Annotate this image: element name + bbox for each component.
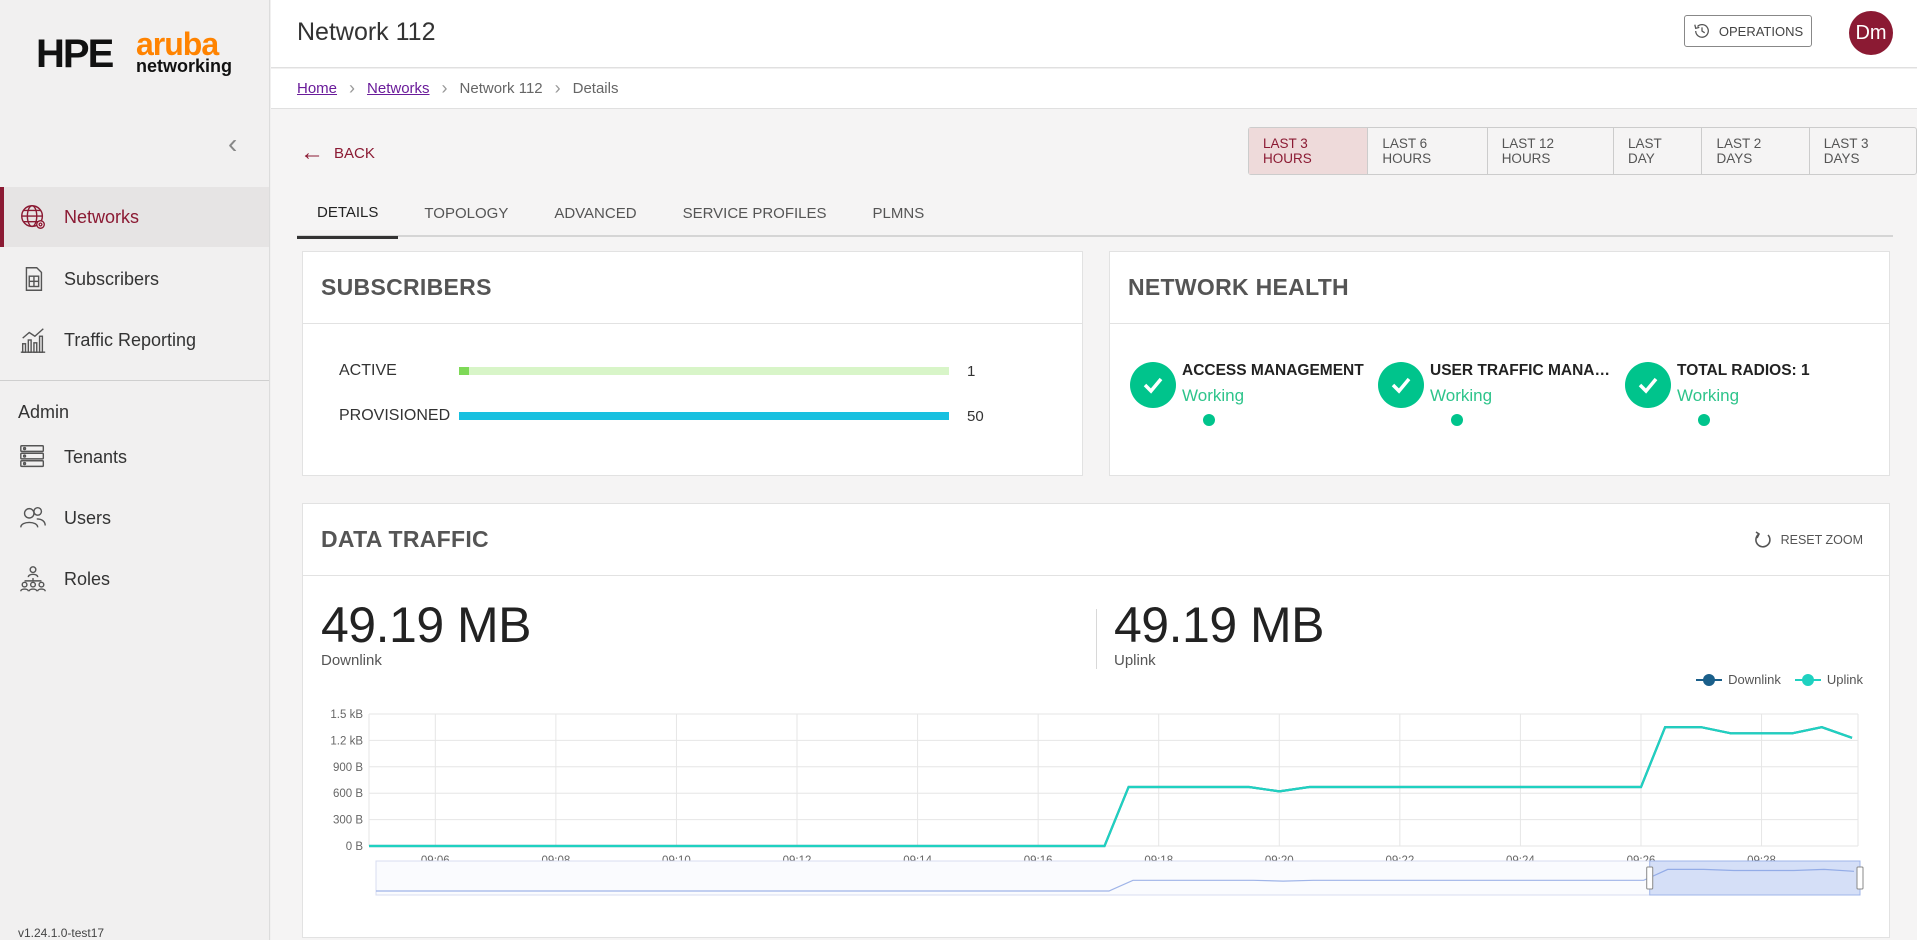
breadcrumb-networks[interactable]: Networks [367,80,430,97]
health-item-access-management: ACCESS MANAGEMENT Working [1130,362,1370,432]
check-circle-icon [1130,362,1176,408]
sidebar-divider [0,380,269,381]
range-last-6-hours[interactable]: LAST 6 HOURS [1368,128,1488,174]
chart-icon [20,328,46,353]
y-tick-label: 0 B [346,841,364,853]
tab-details[interactable]: DETAILS [297,189,399,239]
sidebar-item-label: Tenants [64,446,128,467]
collapse-sidebar-chevron-icon[interactable]: ‹ [228,128,237,160]
provisioned-progress-bar [459,412,949,420]
operations-button[interactable]: OPERATIONS [1684,15,1812,47]
network-health-title: NETWORK HEALTH [1110,252,1889,324]
provisioned-progress-fill [459,412,949,420]
subscriber-row-active: ACTIVE 1 [339,362,975,380]
roles-icon [20,566,46,592]
sidebar-item-traffic-reporting[interactable]: Traffic Reporting [0,310,269,370]
health-item-title: ACCESS MANAGEMENT [1182,362,1364,379]
arrow-left-icon: ← [300,139,324,166]
range-last-3-hours[interactable]: LAST 3 HOURS [1249,128,1369,174]
health-item-status: Working [1677,386,1740,405]
back-button[interactable]: ← BACK [300,139,375,167]
health-item-total-radios: TOTAL RADIOS: 1 Working [1625,362,1865,432]
chevron-right-icon: › [554,78,561,98]
breadcrumb: Home › Networks › Network 112 › Details [271,69,1917,109]
hpe-aruba-logo: HPE aruba networking [36,26,233,76]
tab-bar: DETAILS TOPOLOGY ADVANCED SERVICE PROFIL… [297,189,1893,239]
health-item-title: TOTAL RADIOS: 1 [1677,362,1810,379]
back-label: BACK [334,144,375,162]
navigator-selection [1649,860,1861,896]
tab-advanced[interactable]: ADVANCED [534,189,656,237]
sidebar-item-roles[interactable]: Roles [0,549,269,609]
health-item-status: Working [1430,386,1493,405]
zoom-navigator [375,860,1861,896]
navigator-handle [1856,866,1864,890]
range-last-2-days[interactable]: LAST 2 DAYS [1702,128,1810,174]
users-icon [20,506,46,528]
breadcrumb-network: Network 112 [459,80,543,97]
subscriber-label: PROVISIONED [339,407,451,424]
subscribers-title: SUBSCRIBERS [303,252,1082,324]
main-content: ← BACK LAST 3 HOURS LAST 6 HOURS LAST 12… [271,109,1917,940]
y-tick-label: 300 B [333,815,363,827]
avatar[interactable]: Dm [1849,11,1893,55]
y-tick-label: 600 B [333,788,363,800]
chevron-right-icon: › [441,78,448,98]
sidebar-item-users[interactable]: Users [0,488,269,548]
series-line-uplink [369,726,1853,848]
page-title: Network 112 [297,18,436,46]
breadcrumb-current: Details [572,80,619,97]
data-traffic-card: DATA TRAFFIC RESET ZOOM 49.19 MB Downlin… [302,503,1890,938]
check-circle-icon [1378,362,1424,408]
traffic-line-chart[interactable]: 0 B300 B600 B900 B1.2 kB1.5 kB09:0609:08… [303,504,1891,939]
sim-card-icon [25,267,43,291]
sidebar-item-networks[interactable]: Networks [0,187,269,247]
admin-section-label: Admin [18,402,70,422]
status-dot [1698,414,1710,426]
chevron-right-icon: › [349,78,356,98]
range-last-12-hours[interactable]: LAST 12 HOURS [1488,128,1614,174]
tab-service-profiles[interactable]: SERVICE PROFILES [663,189,847,237]
subscriber-row-provisioned: PROVISIONED 50 [339,407,984,425]
globe-icon [21,205,45,229]
navigator-handle [1646,866,1654,890]
y-tick-label: 900 B [333,762,363,774]
sidebar-item-subscribers[interactable]: Subscribers [0,249,269,309]
history-icon [1694,24,1709,38]
y-tick-label: 1.2 kB [330,735,363,747]
sidebar-item-label: Users [64,507,112,528]
range-last-3-days[interactable]: LAST 3 DAYS [1810,128,1916,174]
sidebar-item-label: Subscribers [64,268,160,289]
sidebar-item-tenants[interactable]: Tenants [0,427,269,487]
active-progress-fill [459,367,469,375]
header: Network 112 OPERATIONS Dm [271,0,1917,68]
check-circle-icon [1625,362,1671,408]
sidebar-item-label: Networks [64,206,140,227]
status-dot [1451,414,1463,426]
time-range-selector: LAST 3 HOURS LAST 6 HOURS LAST 12 HOURS … [1248,127,1917,175]
tab-topology[interactable]: TOPOLOGY [404,189,528,237]
operations-label: OPERATIONS [1718,23,1804,39]
app-version: v1.24.1.0-test17 [18,926,105,940]
y-tick-label: 1.5 kB [330,709,363,721]
subscriber-label: ACTIVE [339,362,397,379]
tab-plmns[interactable]: PLMNS [853,189,945,237]
subscriber-value: 1 [967,362,976,380]
health-item-status: Working [1182,386,1245,405]
sidebar-item-label: Traffic Reporting [64,329,197,350]
sidebar: HPE aruba networking ‹ Networks Subscrib… [0,0,270,940]
sidebar-item-label: Roles [64,568,111,589]
subscriber-value: 50 [967,407,984,425]
server-icon [20,445,45,468]
health-item-title: USER TRAFFIC MANAGE... [1430,362,1620,379]
subscribers-card: SUBSCRIBERS ACTIVE 1 PROVISIONED 50 [302,251,1083,476]
network-health-card: NETWORK HEALTH ACCESS MANAGEMENT Working… [1109,251,1890,476]
active-progress-bar [459,367,949,375]
status-dot [1203,414,1215,426]
health-item-user-traffic: USER TRAFFIC MANAGE... Working [1378,362,1620,432]
range-last-day[interactable]: LAST DAY [1614,128,1703,174]
breadcrumb-home[interactable]: Home [297,80,337,97]
